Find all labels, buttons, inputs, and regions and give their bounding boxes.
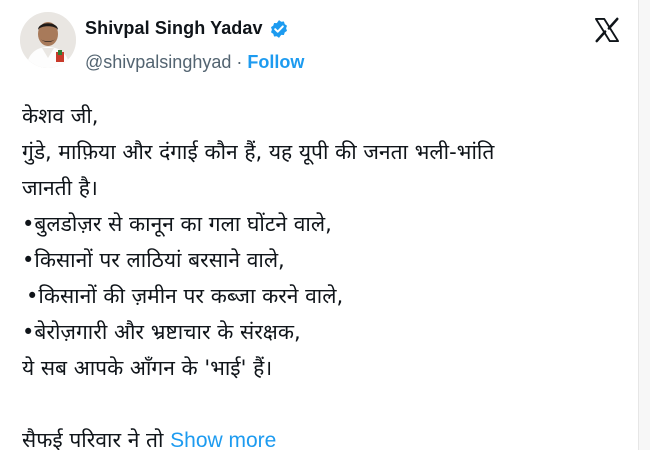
tweet-bullet-line: •किसानों की ज़मीन पर कब्जा करने वाले, [26, 284, 344, 308]
verified-badge-icon [269, 19, 289, 39]
handle-separator: · [236, 52, 243, 72]
tweet-line: सैफई परिवार ने तो [22, 428, 164, 450]
author-handle[interactable]: @shivpalsinghyad [85, 52, 231, 73]
tweet-truncated-line: सैफई परिवार ने तो Show more [22, 422, 622, 450]
x-logo-icon[interactable] [593, 16, 621, 44]
tweet-line: ये सब आपके आँगन के 'भाई' हैं। [22, 356, 273, 380]
tweet-text: केशव जी, गुंडे, माफ़िया और दंगाई कौन हैं… [22, 98, 622, 450]
tweet-line: गुंडे, माफ़िया और दंगाई कौन हैं, यह यूपी… [22, 140, 495, 164]
tweet-line-greeting: केशव जी, [22, 104, 99, 128]
tweet-card: Shivpal Singh Yadav @shivpalsinghyad · F… [0, 0, 639, 450]
author-name-row: Shivpal Singh Yadav [85, 18, 289, 39]
tweet-bullet-line: •बेरोज़गारी और भ्रष्टाचार के संरक्षक, [22, 320, 301, 344]
avatar[interactable] [20, 12, 76, 68]
profile-photo [20, 12, 76, 68]
follow-button[interactable]: Follow [247, 52, 304, 73]
tweet-bullet-line: •बुलडोज़र से कानून का गला घोंटने वाले, [22, 212, 332, 236]
tweet-bullet-line: •किसानों पर लाठियां बरसाने वाले, [22, 248, 285, 272]
author-display-name[interactable]: Shivpal Singh Yadav [85, 18, 263, 39]
tweet-line: जानती है। [22, 176, 98, 200]
author-handle-row: @shivpalsinghyad · Follow [85, 52, 304, 73]
show-more-link[interactable]: Show more [170, 429, 276, 450]
